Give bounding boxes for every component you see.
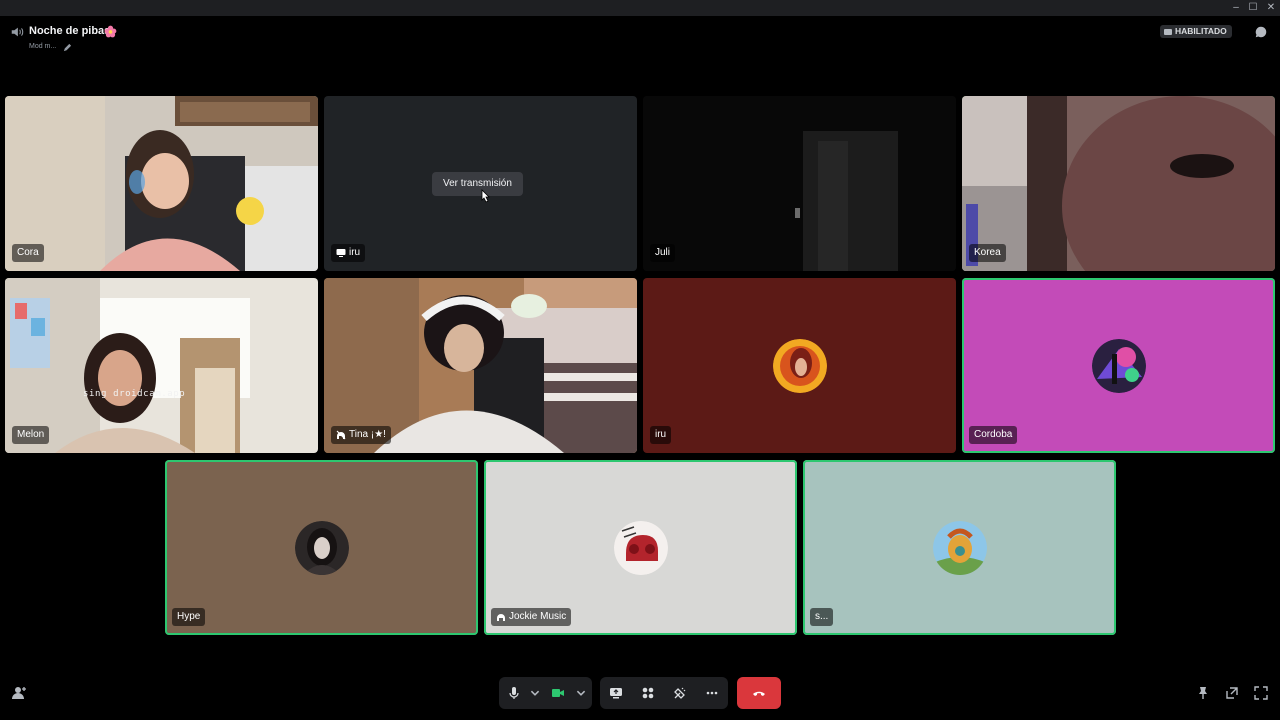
call-actions bbox=[600, 677, 728, 709]
participant-name-text: Hype bbox=[177, 611, 201, 622]
participant-name: Juli bbox=[650, 244, 676, 262]
pin-icon[interactable] bbox=[1195, 685, 1211, 701]
minimize-button[interactable]: – bbox=[1230, 2, 1242, 14]
fullscreen-icon[interactable] bbox=[1253, 685, 1269, 701]
video-feed bbox=[5, 278, 318, 453]
video-feed bbox=[962, 96, 1275, 271]
soundboard-icon bbox=[674, 687, 686, 699]
avatar-image bbox=[772, 338, 827, 393]
participant-name: Korea bbox=[969, 244, 1006, 262]
watermark-text: sing droidcam.app bbox=[83, 389, 186, 399]
maximize-button[interactable]: ☐ bbox=[1247, 2, 1259, 14]
channel-name[interactable]: Noche de pibas bbox=[29, 25, 110, 37]
video-feed bbox=[643, 96, 956, 271]
tile-cora[interactable]: Cora bbox=[5, 96, 318, 271]
activity-icon bbox=[1164, 28, 1172, 35]
camera-options-chevron[interactable] bbox=[575, 679, 587, 707]
avatar bbox=[1091, 338, 1146, 393]
add-people-icon[interactable] bbox=[11, 685, 27, 701]
avatar bbox=[613, 520, 668, 575]
participant-name: iru bbox=[650, 426, 672, 444]
participant-name-text: Cordoba bbox=[974, 429, 1013, 440]
avatar-image bbox=[294, 520, 349, 575]
participant-name-text: s... bbox=[815, 611, 829, 622]
participant-name-text: Korea bbox=[974, 247, 1001, 258]
screen-share-icon bbox=[336, 249, 346, 257]
video-feed bbox=[5, 96, 318, 271]
soundboard-button[interactable] bbox=[666, 679, 694, 707]
edit-status-icon[interactable] bbox=[63, 43, 72, 52]
chat-icon[interactable] bbox=[1254, 25, 1268, 39]
tile-s[interactable]: s... bbox=[803, 460, 1116, 635]
activities-button[interactable] bbox=[634, 679, 662, 707]
tile-hype[interactable]: Hype bbox=[165, 460, 478, 635]
avatar-image bbox=[932, 520, 987, 575]
watch-stream-button[interactable]: Ver transmisión bbox=[432, 172, 523, 196]
participant-name: s... bbox=[810, 608, 834, 626]
microphone-icon bbox=[509, 687, 519, 699]
tile-iru-avatar[interactable]: iru bbox=[643, 278, 956, 453]
muted-headset-icon bbox=[336, 430, 346, 440]
participant-name-text: Jockie Music bbox=[509, 611, 567, 622]
more-options-button[interactable] bbox=[698, 679, 726, 707]
activity-badge[interactable]: HABILITADO bbox=[1160, 25, 1232, 38]
hang-up-icon bbox=[753, 691, 765, 696]
avatar-image bbox=[613, 520, 668, 575]
media-controls bbox=[499, 677, 592, 709]
avatar bbox=[294, 520, 349, 575]
participant-name-text: Melon bbox=[17, 429, 45, 440]
call-header: Noche de pibas Mod m... HABILITADO bbox=[0, 16, 1280, 64]
participant-name: Cora bbox=[12, 244, 44, 262]
participant-name-text: Tina ¡★! bbox=[349, 429, 386, 440]
popout-icon[interactable] bbox=[1224, 685, 1240, 701]
mouse-cursor-icon bbox=[481, 189, 490, 203]
tile-juli[interactable]: Juli bbox=[643, 96, 956, 271]
camera-icon bbox=[552, 689, 564, 697]
voice-channel-icon bbox=[11, 27, 24, 37]
avatar-image bbox=[1091, 338, 1146, 393]
screen-share-icon bbox=[610, 688, 622, 699]
tile-iru-stream[interactable]: Ver transmisión iru bbox=[324, 96, 637, 271]
tile-melon[interactable]: sing droidcam.app Melon bbox=[5, 278, 318, 453]
close-window-button[interactable]: ✕ bbox=[1265, 2, 1277, 14]
bot-icon bbox=[497, 614, 505, 621]
participant-name: Hype bbox=[172, 608, 206, 626]
participant-name-text: iru bbox=[655, 429, 667, 440]
screen-share-button[interactable] bbox=[602, 679, 630, 707]
chevron-down-icon bbox=[530, 690, 540, 696]
participant-name-text: Juli bbox=[655, 247, 671, 258]
camera-button[interactable] bbox=[541, 679, 575, 707]
participant-name: Jockie Music bbox=[491, 608, 572, 626]
microphone-button[interactable] bbox=[499, 679, 529, 707]
participant-name: Melon bbox=[12, 426, 50, 444]
flower-emoji-icon bbox=[104, 25, 117, 38]
disconnect-button[interactable] bbox=[737, 677, 781, 709]
activity-badge-label: HABILITADO bbox=[1175, 26, 1227, 36]
tile-cordoba[interactable]: Cordoba bbox=[962, 278, 1275, 453]
tile-jockie-music[interactable]: Jockie Music bbox=[484, 460, 797, 635]
tile-tina[interactable]: Tina ¡★! bbox=[324, 278, 637, 453]
channel-status[interactable]: Mod m... bbox=[29, 43, 56, 50]
participant-name-text: Cora bbox=[17, 247, 39, 258]
tile-korea[interactable]: Korea bbox=[962, 96, 1275, 271]
participant-name: Cordoba bbox=[969, 426, 1018, 444]
mic-options-chevron[interactable] bbox=[529, 679, 541, 707]
avatar bbox=[932, 520, 987, 575]
avatar bbox=[772, 338, 827, 393]
window-titlebar: – ☐ ✕ bbox=[0, 0, 1280, 16]
participant-name: iru bbox=[331, 244, 366, 262]
participant-name: Tina ¡★! bbox=[331, 426, 391, 444]
chevron-down-icon bbox=[576, 690, 586, 696]
participant-name-text: iru bbox=[349, 247, 361, 258]
more-icon bbox=[706, 691, 718, 695]
activities-icon bbox=[642, 687, 654, 699]
